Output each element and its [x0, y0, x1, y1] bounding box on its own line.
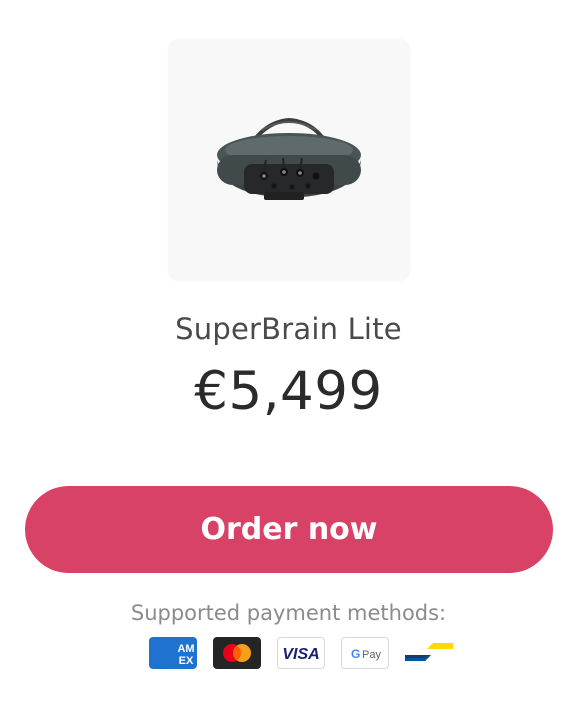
eeg-headset-icon [217, 117, 361, 200]
svg-text:VISA: VISA [282, 646, 319, 663]
product-image-card [169, 40, 409, 280]
payment-methods-list: AM EX VISA G Pay [149, 637, 453, 669]
bancontact-icon [405, 637, 453, 669]
svg-text:Pay: Pay [362, 649, 381, 661]
svg-text:AM: AM [177, 643, 194, 655]
payment-methods-label: Supported payment methods: [130, 601, 447, 625]
svg-text:EX: EX [179, 655, 194, 667]
amex-icon: AM EX [149, 637, 197, 669]
visa-icon: VISA [277, 637, 325, 669]
svg-text:G: G [351, 647, 360, 661]
product-title: SuperBrain Lite [175, 312, 402, 346]
product-price: €5,499 [194, 361, 383, 422]
mastercard-icon [213, 637, 261, 669]
order-now-button[interactable]: Order now [25, 486, 553, 573]
order-now-label: Order now [200, 512, 378, 547]
google-pay-icon: G Pay [341, 637, 389, 669]
